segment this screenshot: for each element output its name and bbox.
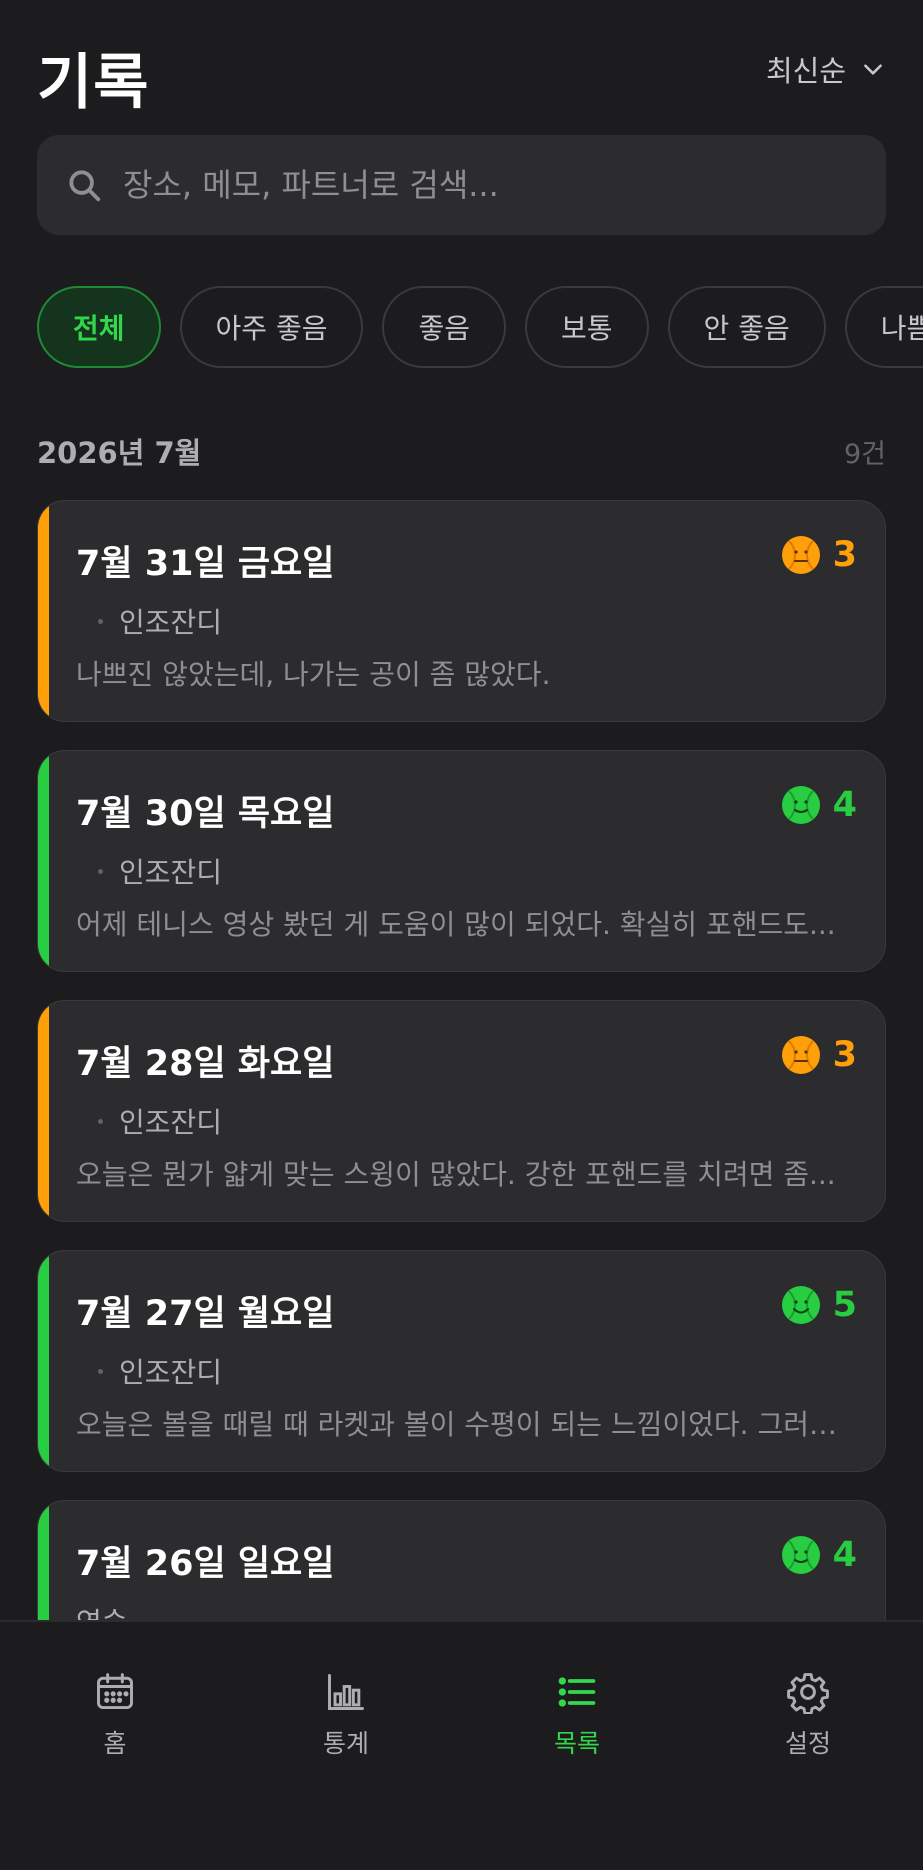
search-icon xyxy=(69,170,101,202)
bullet-dot-icon xyxy=(98,1368,103,1374)
record-card[interactable]: 7월 31일 금요일 3 인조잔디 나쁘진 않았는데, 나가는 공이 좀 많았다… xyxy=(37,500,886,722)
record-count: 9건 xyxy=(843,438,886,470)
filter-chip-very-good[interactable]: 아주 좋음 xyxy=(179,286,364,368)
bullet-dot-icon xyxy=(98,618,103,624)
rating-value: 4 xyxy=(832,1535,857,1575)
record-memo: 오늘은 뭔가 얇게 맞는 스윙이 많았다. 강한 포핸드를 치려면 좀... xyxy=(76,1158,836,1191)
rating-color-bar xyxy=(38,501,49,721)
rating-color-bar xyxy=(38,1251,49,1471)
location-label: 인조잔디 xyxy=(119,856,223,889)
month-section-header: 2026년 7월 9건 xyxy=(37,430,886,472)
chevron-down-icon xyxy=(864,64,882,75)
record-date: 7월 26일 일요일 xyxy=(76,1544,335,1584)
record-location: 연습 xyxy=(76,1601,128,1620)
record-date: 7월 30일 목요일 xyxy=(76,794,335,834)
record-location: 인조잔디 xyxy=(98,851,222,891)
gear-icon xyxy=(787,1673,829,1714)
record-card[interactable]: 7월 28일 화요일 3 인조잔디 오늘은 뭔가 얇게 맞는 스윙이 많았다. … xyxy=(37,1000,886,1222)
record-location: 인조잔디 xyxy=(98,1101,222,1141)
bar-chart-icon xyxy=(328,1674,364,1710)
tennis-ball-icon xyxy=(781,1536,820,1574)
rating-value: 3 xyxy=(832,1035,857,1075)
page-title: 기록 xyxy=(37,48,150,118)
tab-label: 통계 xyxy=(322,1729,369,1758)
sort-dropdown[interactable]: 최신순 xyxy=(766,48,886,90)
record-list: 7월 31일 금요일 3 인조잔디 나쁘진 않았는데, 나가는 공이 좀 많았다… xyxy=(37,500,886,1620)
location-label: 인조잔디 xyxy=(119,606,223,639)
list-icon xyxy=(558,1677,596,1707)
tennis-ball-icon xyxy=(781,536,820,574)
tab-stats[interactable]: 통계 xyxy=(266,1670,426,1760)
record-memo: 어제 테니스 영상 봤던 게 도움이 많이 되었다. 확실히 포핸드도... xyxy=(76,908,836,941)
filter-chip-bad[interactable]: 나쁨 xyxy=(844,286,923,368)
rating-badge: 4 xyxy=(781,1535,857,1575)
tab-home[interactable]: 홈 xyxy=(35,1670,195,1760)
filter-chip-all[interactable]: 전체 xyxy=(37,286,161,368)
record-card[interactable]: 7월 27일 월요일 5 인조잔디 오늘은 볼을 때릴 때 라켓과 볼이 수평이… xyxy=(37,1250,886,1472)
tennis-ball-icon xyxy=(781,1286,820,1324)
record-location: 인조잔디 xyxy=(98,1351,222,1391)
sort-label: 최신순 xyxy=(765,54,846,88)
rating-value: 4 xyxy=(832,785,857,825)
tennis-ball-icon xyxy=(781,1036,820,1074)
rating-value: 3 xyxy=(832,535,857,575)
tab-list[interactable]: 목록 xyxy=(497,1670,657,1760)
bullet-dot-icon xyxy=(98,1118,103,1124)
bottom-tab-bar: 홈 통계 목록 설정 xyxy=(0,1620,923,1870)
record-date: 7월 27일 월요일 xyxy=(76,1294,335,1334)
record-location: 인조잔디 xyxy=(98,601,222,641)
tab-label: 목록 xyxy=(553,1729,600,1758)
record-card[interactable]: 7월 26일 일요일 4 연습 xyxy=(37,1500,886,1620)
filter-chip-good[interactable]: 좋음 xyxy=(382,286,507,368)
rating-value: 5 xyxy=(832,1285,857,1325)
search-input[interactable] xyxy=(123,166,886,204)
record-date: 7월 28일 화요일 xyxy=(76,1044,335,1084)
tab-label: 설정 xyxy=(784,1729,831,1758)
location-label: 연습 xyxy=(76,1601,128,1620)
header: 기록 최신순 xyxy=(37,30,886,118)
month-label: 2026년 7월 xyxy=(37,436,202,470)
rating-color-bar xyxy=(38,1501,49,1620)
search-bar[interactable] xyxy=(37,135,886,235)
rating-badge: 4 xyxy=(781,785,857,825)
filter-chips: 전체 아주 좋음 좋음 보통 안 좋음 나쁨 xyxy=(37,286,923,368)
rating-color-bar xyxy=(38,1001,49,1221)
record-date: 7월 31일 금요일 xyxy=(76,544,335,584)
rating-badge: 5 xyxy=(781,1285,857,1325)
location-label: 인조잔디 xyxy=(119,1356,223,1389)
rating-badge: 3 xyxy=(781,535,857,575)
calendar-icon xyxy=(97,1673,133,1710)
rating-color-bar xyxy=(38,751,49,971)
bullet-dot-icon xyxy=(98,868,103,874)
tab-label: 홈 xyxy=(103,1729,127,1758)
record-memo: 오늘은 볼을 때릴 때 라켓과 볼이 수평이 되는 느낌이었다. 그러다… xyxy=(76,1408,856,1441)
rating-badge: 3 xyxy=(781,1035,857,1075)
location-label: 인조잔디 xyxy=(119,1106,223,1139)
tab-settings[interactable]: 설정 xyxy=(728,1670,888,1760)
tennis-ball-icon xyxy=(781,786,820,824)
record-card[interactable]: 7월 30일 목요일 4 인조잔디 어제 테니스 영상 봤던 게 도움이 많이 … xyxy=(37,750,886,972)
record-memo: 나쁘진 않았는데, 나가는 공이 좀 많았다. xyxy=(76,658,551,691)
filter-chip-average[interactable]: 보통 xyxy=(525,286,649,368)
filter-chip-not-good[interactable]: 안 좋음 xyxy=(667,286,826,368)
